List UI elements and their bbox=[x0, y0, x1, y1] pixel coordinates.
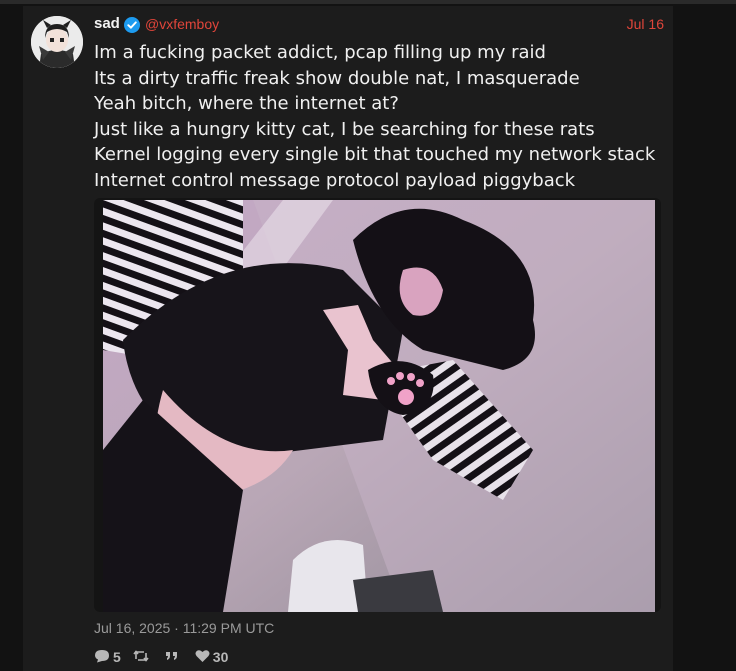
post-line: Its a dirty traffic freak show double na… bbox=[94, 67, 580, 89]
reply-bubble-icon bbox=[94, 649, 113, 666]
like-button[interactable]: 30 bbox=[195, 649, 229, 666]
author-handle[interactable]: @vxfemboy bbox=[145, 16, 219, 32]
post-line: Im a fucking packet addict, pcap filling… bbox=[94, 42, 546, 63]
heart-icon bbox=[195, 649, 213, 666]
verified-badge-icon bbox=[124, 17, 140, 33]
reply-count: 5 bbox=[113, 649, 121, 665]
repost-icon bbox=[133, 649, 152, 666]
post-timestamp[interactable]: Jul 16, 2025 · 11:29 PM UTC bbox=[94, 620, 274, 636]
author-name[interactable]: sad bbox=[94, 15, 120, 32]
quote-button[interactable] bbox=[164, 649, 183, 666]
quote-icon bbox=[164, 649, 183, 666]
like-count: 30 bbox=[212, 649, 229, 665]
post-body: Im a fucking packet addict, pcap filling… bbox=[94, 40, 669, 193]
post-stats-bar: 5 30 bbox=[94, 648, 240, 666]
repost-button[interactable] bbox=[133, 649, 152, 666]
post-line: Just like a hungry kitty cat, I be searc… bbox=[94, 118, 595, 140]
post-line: Yeah bitch, where the internet at? bbox=[94, 93, 399, 114]
tweet-card: sad @vxfemboy Jul 16 Im a fucking packet… bbox=[23, 6, 673, 671]
reply-button[interactable]: 5 bbox=[94, 649, 121, 666]
post-line: Internet control message protocol payloa… bbox=[94, 169, 576, 191]
post-date-link[interactable]: Jul 16 bbox=[627, 16, 664, 32]
avatar[interactable] bbox=[31, 16, 83, 68]
post-line: Kernel logging every single bit that tou… bbox=[94, 144, 656, 165]
window-top-bar bbox=[0, 0, 736, 4]
post-image[interactable] bbox=[94, 198, 661, 612]
